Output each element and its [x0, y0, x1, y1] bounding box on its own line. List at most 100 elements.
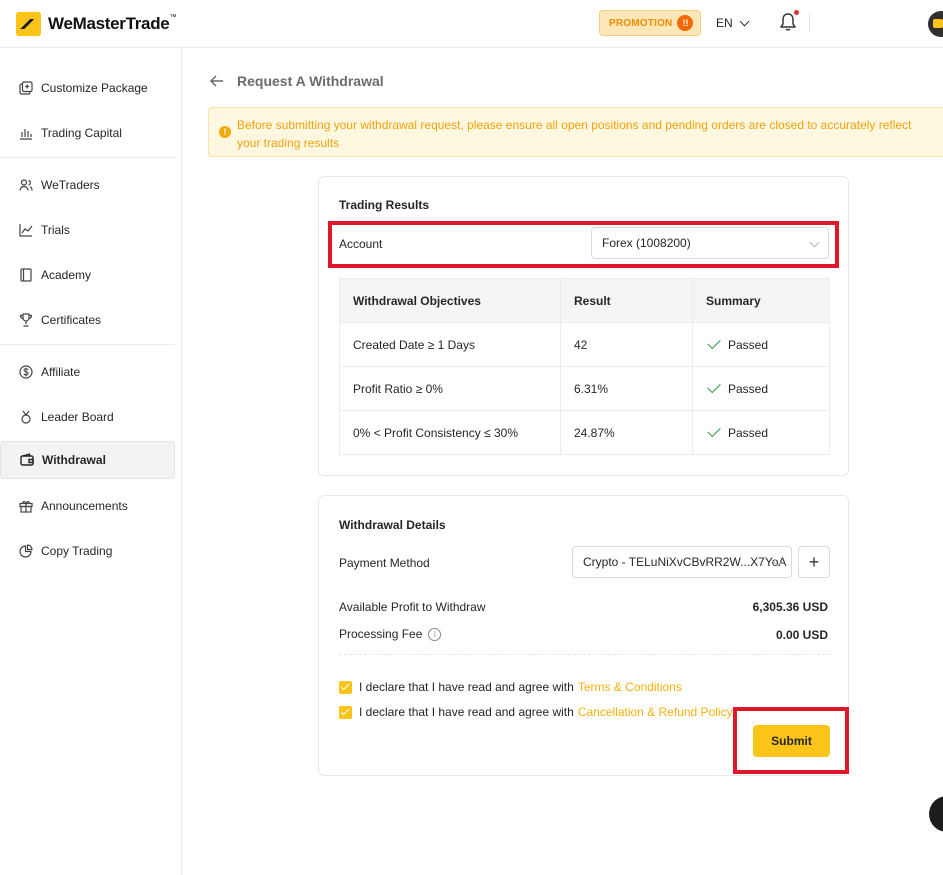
processing-fee-value: 0.00 USD	[775, 628, 828, 642]
column-header: Summary	[692, 278, 830, 323]
chart-line-icon	[18, 222, 34, 238]
sidebar-item-label: Academy	[41, 268, 92, 282]
sidebar-item-affiliate[interactable]: Affiliate	[0, 353, 175, 391]
sidebar-item-label: Trials	[41, 223, 70, 237]
promotion-button[interactable]: PROMOTION !!	[599, 10, 701, 36]
sidebar-item-certificates[interactable]: Certificates	[0, 301, 175, 339]
withdrawal-details-title: Withdrawal Details	[339, 518, 446, 532]
refund-policy-link[interactable]: Cancellation & Refund Policy	[578, 705, 733, 719]
objectives-table: Withdrawal Objectives Result Summary Cre…	[339, 278, 830, 455]
payment-method-label: Payment Method	[339, 556, 430, 570]
objective-cell: 0% < Profit Consistency ≤ 30%	[339, 410, 561, 455]
promotion-label: PROMOTION	[609, 17, 673, 29]
terms-link[interactable]: Terms & Conditions	[578, 680, 682, 694]
sidebar-item-trials[interactable]: Trials	[0, 211, 175, 249]
check-icon	[707, 379, 721, 394]
brand-name: WeMasterTrade	[48, 14, 170, 33]
trading-results-title: Trading Results	[339, 198, 430, 212]
details-divider	[339, 654, 830, 655]
promotion-gift-icon: !!	[677, 15, 694, 31]
sidebar-item-leader-board[interactable]: Leader Board	[0, 398, 175, 436]
sidebar-item-label: Affiliate	[41, 365, 81, 379]
account-highlight-box	[328, 221, 839, 268]
refund-agreement[interactable]: I declare that I have read and agree wit…	[339, 705, 733, 719]
sidebar-item-label: Customize Package	[41, 81, 148, 95]
result-cell: 42	[560, 322, 693, 367]
back-arrow-icon[interactable]	[209, 73, 225, 89]
trademark: ™	[169, 14, 177, 21]
table-row: 0% < Profit Consistency ≤ 30% 24.87% Pas…	[339, 410, 830, 455]
processing-fee-row: Processing Fee i	[339, 627, 442, 642]
dollar-icon	[18, 364, 34, 380]
summary-text: Passed	[728, 425, 769, 440]
terms-agreement[interactable]: I declare that I have read and agree wit…	[339, 680, 682, 694]
result-cell: 6.31%	[560, 366, 693, 411]
users-icon	[18, 177, 34, 193]
summary-text: Passed	[728, 337, 769, 352]
sidebar-divider	[0, 157, 175, 158]
payment-method-value: Crypto - TELuNiXvCBvRR2W...X7YoA	[583, 555, 787, 569]
chevron-down-icon	[739, 16, 750, 26]
objective-cell: Created Date ≥ 1 Days	[339, 322, 561, 367]
column-header: Result	[560, 278, 693, 323]
warning-notice: ! Before submitting your withdrawal requ…	[208, 107, 943, 157]
notice-text: Before submitting your withdrawal reques…	[237, 118, 912, 150]
sidebar: Customize Package Trading Capital WeTrad…	[0, 48, 182, 875]
sidebar-item-label: Withdrawal	[42, 453, 106, 467]
sidebar-item-copy-trading[interactable]: Copy Trading	[0, 532, 175, 570]
sidebar-item-label: Announcements	[41, 499, 128, 513]
refund-checkbox[interactable]	[339, 705, 352, 719]
logo[interactable]: WeMasterTrade™	[16, 12, 176, 36]
book-icon	[18, 267, 34, 283]
trophy-icon	[18, 312, 34, 328]
chat-support-button[interactable]	[929, 796, 943, 832]
capital-icon	[18, 125, 34, 141]
pie-icon	[18, 543, 34, 559]
available-profit-label: Available Profit to Withdraw	[339, 600, 486, 614]
notification-dot	[794, 10, 799, 15]
sidebar-item-customize-package[interactable]: Customize Package	[0, 69, 175, 107]
page-header: Request A Withdrawal	[209, 73, 384, 89]
header-divider	[809, 14, 810, 32]
sidebar-item-trading-capital[interactable]: Trading Capital	[0, 114, 175, 152]
summary-cell: Passed	[692, 366, 830, 411]
logo-icon	[16, 12, 41, 36]
wallet-icon	[19, 452, 35, 468]
check-icon	[707, 335, 721, 350]
sidebar-item-label: Leader Board	[41, 410, 114, 424]
summary-cell: Passed	[692, 322, 830, 367]
avatar[interactable]	[928, 11, 943, 37]
sidebar-divider	[0, 344, 175, 345]
info-icon[interactable]: i	[428, 628, 442, 642]
payment-method-select[interactable]: Crypto - TELuNiXvCBvRR2W...X7YoA	[572, 546, 792, 578]
page-title: Request A Withdrawal	[237, 73, 384, 89]
table-header-row: Withdrawal Objectives Result Summary	[339, 278, 830, 323]
add-payment-method-button[interactable]: +	[798, 546, 830, 578]
language-label: EN	[716, 16, 733, 30]
plus-icon: +	[808, 551, 820, 572]
result-cell: 24.87%	[560, 410, 693, 455]
table-row: Created Date ≥ 1 Days 42 Passed	[339, 322, 830, 367]
submit-highlight-box	[733, 707, 849, 774]
agreement-text: I declare that I have read and agree wit…	[359, 680, 574, 694]
customize-icon	[18, 80, 34, 96]
language-selector[interactable]: EN	[716, 16, 750, 30]
top-bar: WeMasterTrade™ PROMOTION !! EN	[0, 0, 943, 48]
warning-icon: !	[219, 126, 231, 138]
sidebar-item-academy[interactable]: Academy	[0, 256, 175, 294]
sidebar-item-label: Trading Capital	[41, 126, 122, 140]
summary-text: Passed	[728, 381, 769, 396]
sidebar-item-label: WeTraders	[41, 178, 100, 192]
check-icon	[707, 423, 721, 438]
terms-checkbox[interactable]	[339, 680, 352, 694]
sidebar-item-wetraders[interactable]: WeTraders	[0, 166, 175, 204]
sidebar-item-label: Certificates	[41, 313, 102, 327]
agreement-text: I declare that I have read and agree wit…	[359, 705, 574, 719]
bell-icon[interactable]	[779, 12, 797, 32]
processing-fee-label: Processing Fee	[339, 627, 423, 641]
sidebar-item-withdrawal[interactable]: Withdrawal	[0, 441, 175, 479]
sidebar-item-announcements[interactable]: Announcements	[0, 487, 175, 525]
summary-cell: Passed	[692, 410, 830, 455]
available-profit-value: 6,305.36 USD	[752, 600, 828, 614]
objective-cell: Profit Ratio ≥ 0%	[339, 366, 561, 411]
